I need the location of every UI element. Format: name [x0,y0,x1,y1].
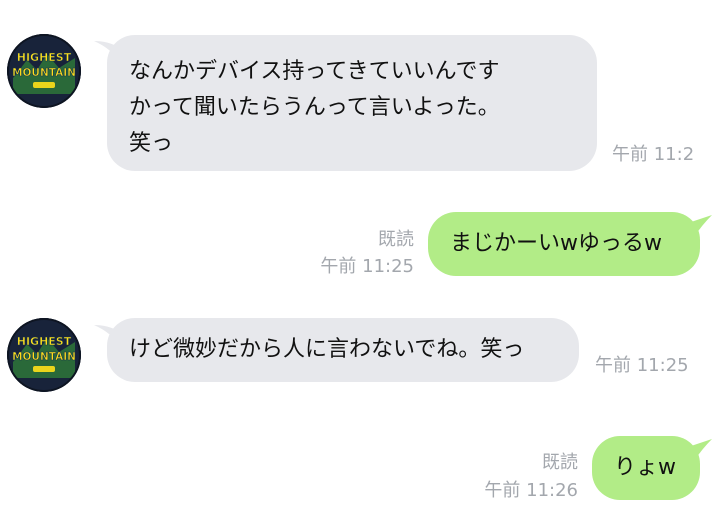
incoming-message-bubble[interactable]: なんかデバイス持ってきていいんです かって聞いたらうんって言いよった。 笑っ [107,35,597,171]
avatar-logo-text-2: MOUNTAIN [12,67,76,79]
message-timestamp: 午前 11:25 [595,355,689,376]
outgoing-bubble-tail [688,215,712,237]
message-text: まじかーいwゆっるw [450,231,662,256]
avatar-logo-text-1: HIGHEST [17,51,72,64]
message-text-line: かって聞いたらうんって言いよった。 [129,95,500,120]
read-receipt: 既読 [378,229,414,250]
avatar-logo-text-1: HIGHEST [17,335,72,348]
message-timestamp: 午前 11:25 [320,256,414,277]
message-text: りょw [614,455,676,480]
outgoing-message-bubble[interactable]: まじかーいwゆっるw [428,212,700,276]
outgoing-message-bubble[interactable]: りょw [592,436,700,500]
chat-view: HIGHEST MOUNTAIN なんかデバイス持ってきていいんです かって聞い… [0,0,714,522]
avatar-logo-icon: HIGHEST MOUNTAIN [7,318,81,392]
read-receipt: 既読 [542,452,578,473]
message-text-line: 笑っ [129,131,174,156]
avatar-logo-icon: HIGHEST MOUNTAIN [7,34,81,108]
message-text: けど微妙だから人に言わないでね。笑っ [129,337,525,362]
avatar[interactable]: HIGHEST MOUNTAIN [7,34,81,108]
incoming-message-bubble[interactable]: けど微妙だから人に言わないでね。笑っ [107,318,579,382]
message-timestamp: 午前 11:26 [484,480,578,501]
message-text-line: なんかデバイス持ってきていいんです [129,59,500,84]
outgoing-bubble-tail [688,439,712,461]
avatar-logo-text-2: MOUNTAIN [12,351,76,363]
avatar[interactable]: HIGHEST MOUNTAIN [7,318,81,392]
message-timestamp: 午前 11:2 [612,144,695,165]
